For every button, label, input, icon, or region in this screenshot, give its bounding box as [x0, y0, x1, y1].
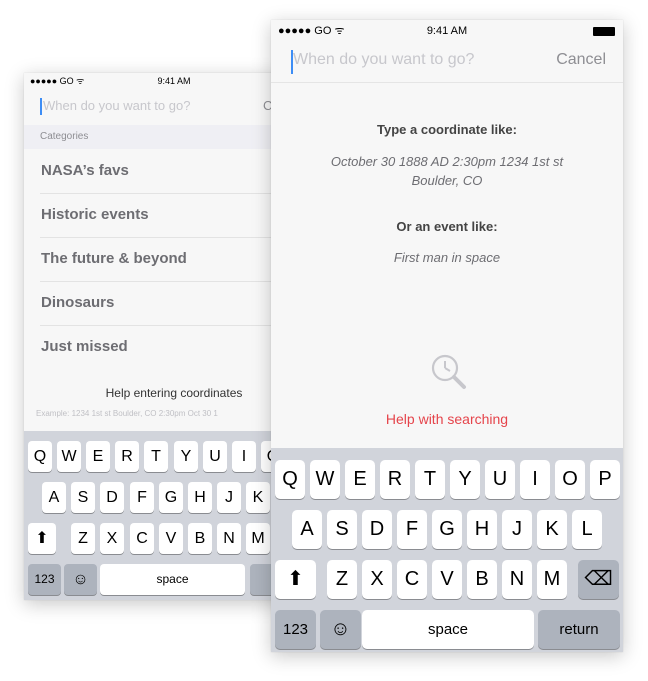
key-t[interactable]: T	[415, 460, 445, 499]
key-d[interactable]: D	[100, 482, 124, 513]
key-s[interactable]: S	[71, 482, 95, 513]
return-key[interactable]: return	[538, 610, 620, 649]
key-n[interactable]: N	[502, 560, 532, 599]
key-g[interactable]: G	[159, 482, 183, 513]
key-w[interactable]: W	[310, 460, 340, 499]
key-h[interactable]: H	[467, 510, 497, 549]
key-e[interactable]: E	[345, 460, 375, 499]
key-x[interactable]: X	[100, 523, 124, 554]
key-c[interactable]: C	[397, 560, 427, 599]
status-time: 9:41 AM	[426, 25, 468, 37]
key-x[interactable]: X	[362, 560, 392, 599]
key-f[interactable]: F	[397, 510, 427, 549]
key-y[interactable]: Y	[174, 441, 198, 472]
key-t[interactable]: T	[144, 441, 168, 472]
key-q[interactable]: Q	[28, 441, 52, 472]
key-u[interactable]: U	[203, 441, 227, 472]
emoji-key[interactable]: ☺	[64, 564, 97, 595]
key-g[interactable]: G	[432, 510, 462, 549]
key-e[interactable]: E	[86, 441, 110, 472]
key-j[interactable]: J	[217, 482, 241, 513]
key-z[interactable]: Z	[71, 523, 95, 554]
key-k[interactable]: K	[537, 510, 567, 549]
emoji-icon: ☺	[330, 618, 351, 640]
shift-arrow-icon: ⬆	[35, 530, 49, 547]
clock-magnifier-icon[interactable]	[430, 353, 470, 393]
help-with-searching-link[interactable]: Help with searching	[271, 411, 623, 427]
numbers-key[interactable]: 123	[275, 610, 316, 649]
key-s[interactable]: S	[327, 510, 357, 549]
shift-arrow-icon: ⬆	[287, 568, 304, 590]
delete-key[interactable]: ⌫	[578, 560, 619, 599]
search-hints: Type a coordinate like: October 30 1888 …	[271, 83, 623, 448]
coordinate-example-line-2: Boulder, CO	[411, 173, 483, 188]
key-c[interactable]: C	[130, 523, 154, 554]
key-r[interactable]: R	[115, 441, 139, 472]
front-phone-screen: ●●●●● GO ᯤ 9:41 AM When do you want to g…	[271, 20, 623, 652]
key-m[interactable]: M	[537, 560, 567, 599]
coordinate-hint-example: October 30 1888 AD 2:30pm 1234 1st st Bo…	[271, 152, 623, 190]
keyboard: Q W E R T Y U I O P A S D F G H J K L ⬆ …	[271, 448, 623, 652]
coordinate-example-line-1: October 30 1888 AD 2:30pm 1234 1st st	[330, 154, 564, 169]
key-a[interactable]: A	[292, 510, 322, 549]
status-bar: ●●●●● GO ᯤ 9:41 AM	[271, 20, 623, 42]
event-hint-title: Or an event like:	[396, 219, 498, 234]
cancel-button[interactable]: Cancel	[556, 51, 606, 69]
key-m[interactable]: M	[246, 523, 270, 554]
text-cursor	[40, 98, 42, 115]
key-h[interactable]: H	[188, 482, 212, 513]
event-hint-example: First man in space	[393, 250, 501, 265]
key-p[interactable]: P	[590, 460, 620, 499]
shift-key[interactable]: ⬆	[28, 523, 56, 554]
shift-key[interactable]: ⬆	[275, 560, 316, 599]
search-input[interactable]: When do you want to go?	[43, 98, 190, 113]
key-k[interactable]: K	[246, 482, 270, 513]
key-r[interactable]: R	[380, 460, 410, 499]
key-l[interactable]: L	[572, 510, 602, 549]
coordinate-hint-title: Type a coordinate like:	[377, 122, 517, 137]
key-b[interactable]: B	[188, 523, 212, 554]
key-b[interactable]: B	[467, 560, 497, 599]
battery-icon	[593, 27, 615, 36]
key-z[interactable]: Z	[327, 560, 357, 599]
key-u[interactable]: U	[485, 460, 515, 499]
backspace-icon: ⌫	[584, 568, 613, 590]
help-coordinates-example: Example: 1234 1st st Boulder, CO 2:30pm …	[36, 409, 218, 418]
key-a[interactable]: A	[42, 482, 66, 513]
key-o[interactable]: O	[555, 460, 585, 499]
key-n[interactable]: N	[217, 523, 241, 554]
key-f[interactable]: F	[130, 482, 154, 513]
emoji-icon: ☺	[72, 571, 89, 588]
search-input[interactable]: When do you want to go?	[293, 51, 474, 69]
key-j[interactable]: J	[502, 510, 532, 549]
numbers-key[interactable]: 123	[28, 564, 61, 595]
key-v[interactable]: V	[432, 560, 462, 599]
emoji-key[interactable]: ☺	[320, 610, 361, 649]
key-y[interactable]: Y	[450, 460, 480, 499]
search-bar[interactable]: When do you want to go? Cancel	[271, 42, 623, 83]
key-w[interactable]: W	[57, 441, 81, 472]
space-key[interactable]: space	[362, 610, 534, 649]
key-d[interactable]: D	[362, 510, 392, 549]
key-i[interactable]: I	[232, 441, 256, 472]
key-v[interactable]: V	[159, 523, 183, 554]
space-key[interactable]: space	[100, 564, 245, 595]
key-i[interactable]: I	[520, 460, 550, 499]
key-q[interactable]: Q	[275, 460, 305, 499]
